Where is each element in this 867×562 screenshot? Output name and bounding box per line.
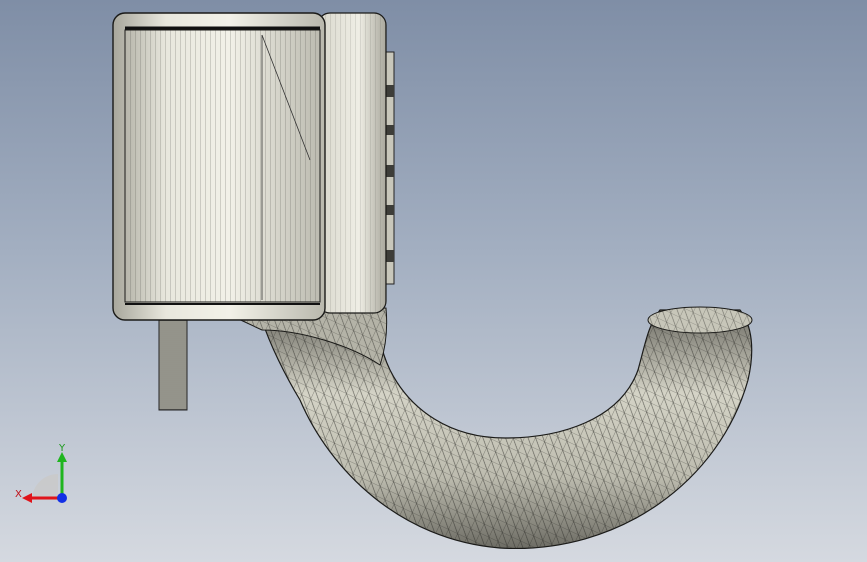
- view-orientation-triad[interactable]: Y X: [12, 440, 76, 510]
- threaded-shank: [149, 305, 197, 411]
- crane-hook-model[interactable]: [0, 0, 867, 562]
- x-axis-arrow-icon: [22, 493, 32, 503]
- y-axis-label: Y: [58, 443, 66, 454]
- x-axis-label: X: [15, 489, 22, 500]
- block-side: [317, 12, 387, 314]
- block-front: [112, 12, 326, 321]
- triad-plane-icon: [32, 474, 58, 500]
- graphics-viewport[interactable]: Y X: [0, 0, 867, 562]
- z-axis-icon: [57, 493, 67, 503]
